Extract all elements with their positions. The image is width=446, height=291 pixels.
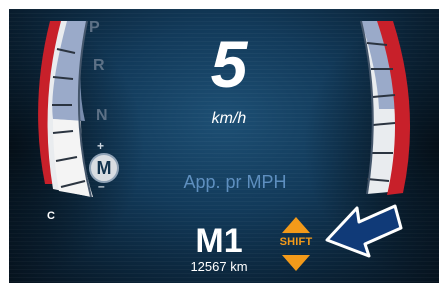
callout-arrow-icon (325, 204, 403, 258)
left-gauge-label: C (47, 210, 55, 222)
downshift-minus-icon: – (98, 179, 105, 193)
odometer-reading: 12567 km (190, 259, 248, 274)
status-message: App. pr MPH (183, 172, 287, 192)
upshift-plus-icon: + (97, 139, 105, 153)
current-gear-display: M1 (195, 222, 243, 260)
speed-unit: km/h (211, 110, 247, 127)
gear-neutral-indicator: N (96, 107, 108, 124)
instrument-cluster-display: P R N + M – C 5 km/h App. pr MPH M1 1256… (9, 9, 439, 283)
shift-label: SHIFT (279, 236, 313, 248)
speed-value: 5 (210, 27, 248, 101)
gear-reverse-indicator: R (93, 57, 105, 74)
gear-park-indicator: P (89, 19, 100, 36)
shift-indicator: SHIFT (274, 215, 318, 273)
